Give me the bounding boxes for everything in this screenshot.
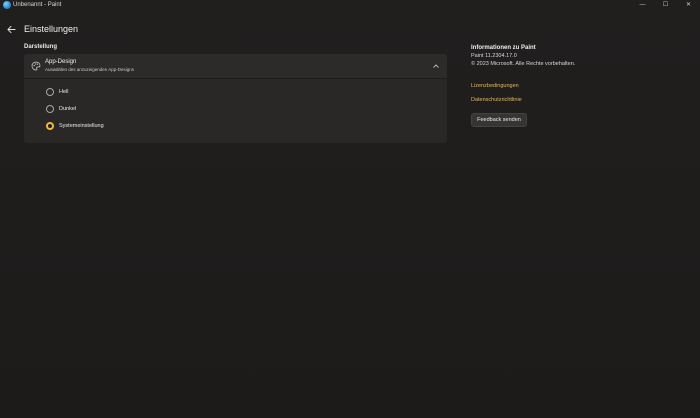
title-bar[interactable]: Unbenannt - Paint — ☐ ✕ — [0, 0, 700, 11]
page-title: Einstellungen — [24, 24, 79, 34]
license-terms-link[interactable]: Lizenzbedingungen — [471, 82, 519, 90]
section-title-appearance: Darstellung — [24, 44, 58, 50]
maximize-button[interactable]: ☐ — [654, 0, 677, 11]
about-title: Informationen zu Paint — [471, 45, 536, 51]
app-version: Paint 11.2304.17.0 — [471, 53, 517, 59]
radio-light[interactable] — [46, 88, 54, 96]
theme-option-label: Dunkel — [59, 106, 77, 112]
back-button[interactable] — [5, 23, 17, 35]
window-controls: — ☐ ✕ — [631, 0, 700, 11]
theme-option-light[interactable]: Hell — [46, 86, 68, 98]
window-title: Unbenannt - Paint — [13, 2, 62, 8]
app-theme-expander-header[interactable]: App-Design Auswählen des anzuzeigenden A… — [24, 54, 447, 79]
app-theme-label: App-Design — [45, 59, 77, 65]
theme-option-system[interactable]: Systemeinstellung — [46, 120, 104, 132]
app-theme-card: App-Design Auswählen des anzuzeigenden A… — [24, 54, 447, 143]
palette-icon — [31, 61, 41, 71]
app-theme-description: Auswählen des anzuzeigenden App-Designs — [45, 67, 135, 72]
paint-settings-window: Unbenannt - Paint — ☐ ✕ Einstellungen Da… — [0, 0, 700, 418]
send-feedback-button[interactable]: Feedback senden — [471, 113, 527, 127]
minimize-button[interactable]: — — [631, 0, 654, 11]
paint-app-icon — [3, 1, 11, 9]
radio-system-selected[interactable] — [46, 122, 54, 130]
theme-option-label: Hell — [59, 89, 69, 95]
arrow-left-icon — [6, 25, 16, 33]
theme-option-dark[interactable]: Dunkel — [46, 103, 76, 115]
chevron-up-icon[interactable] — [432, 62, 440, 70]
privacy-policy-link[interactable]: Datenschutzrichtlinie — [471, 96, 522, 104]
about-panel: Informationen zu Paint Paint 11.2304.17.… — [471, 44, 671, 68]
copyright-text: © 2023 Microsoft. Alle Rechte vorbehalte… — [471, 61, 576, 67]
theme-option-label: Systemeinstellung — [59, 123, 104, 129]
close-button[interactable]: ✕ — [677, 0, 700, 11]
radio-dark[interactable] — [46, 105, 54, 113]
